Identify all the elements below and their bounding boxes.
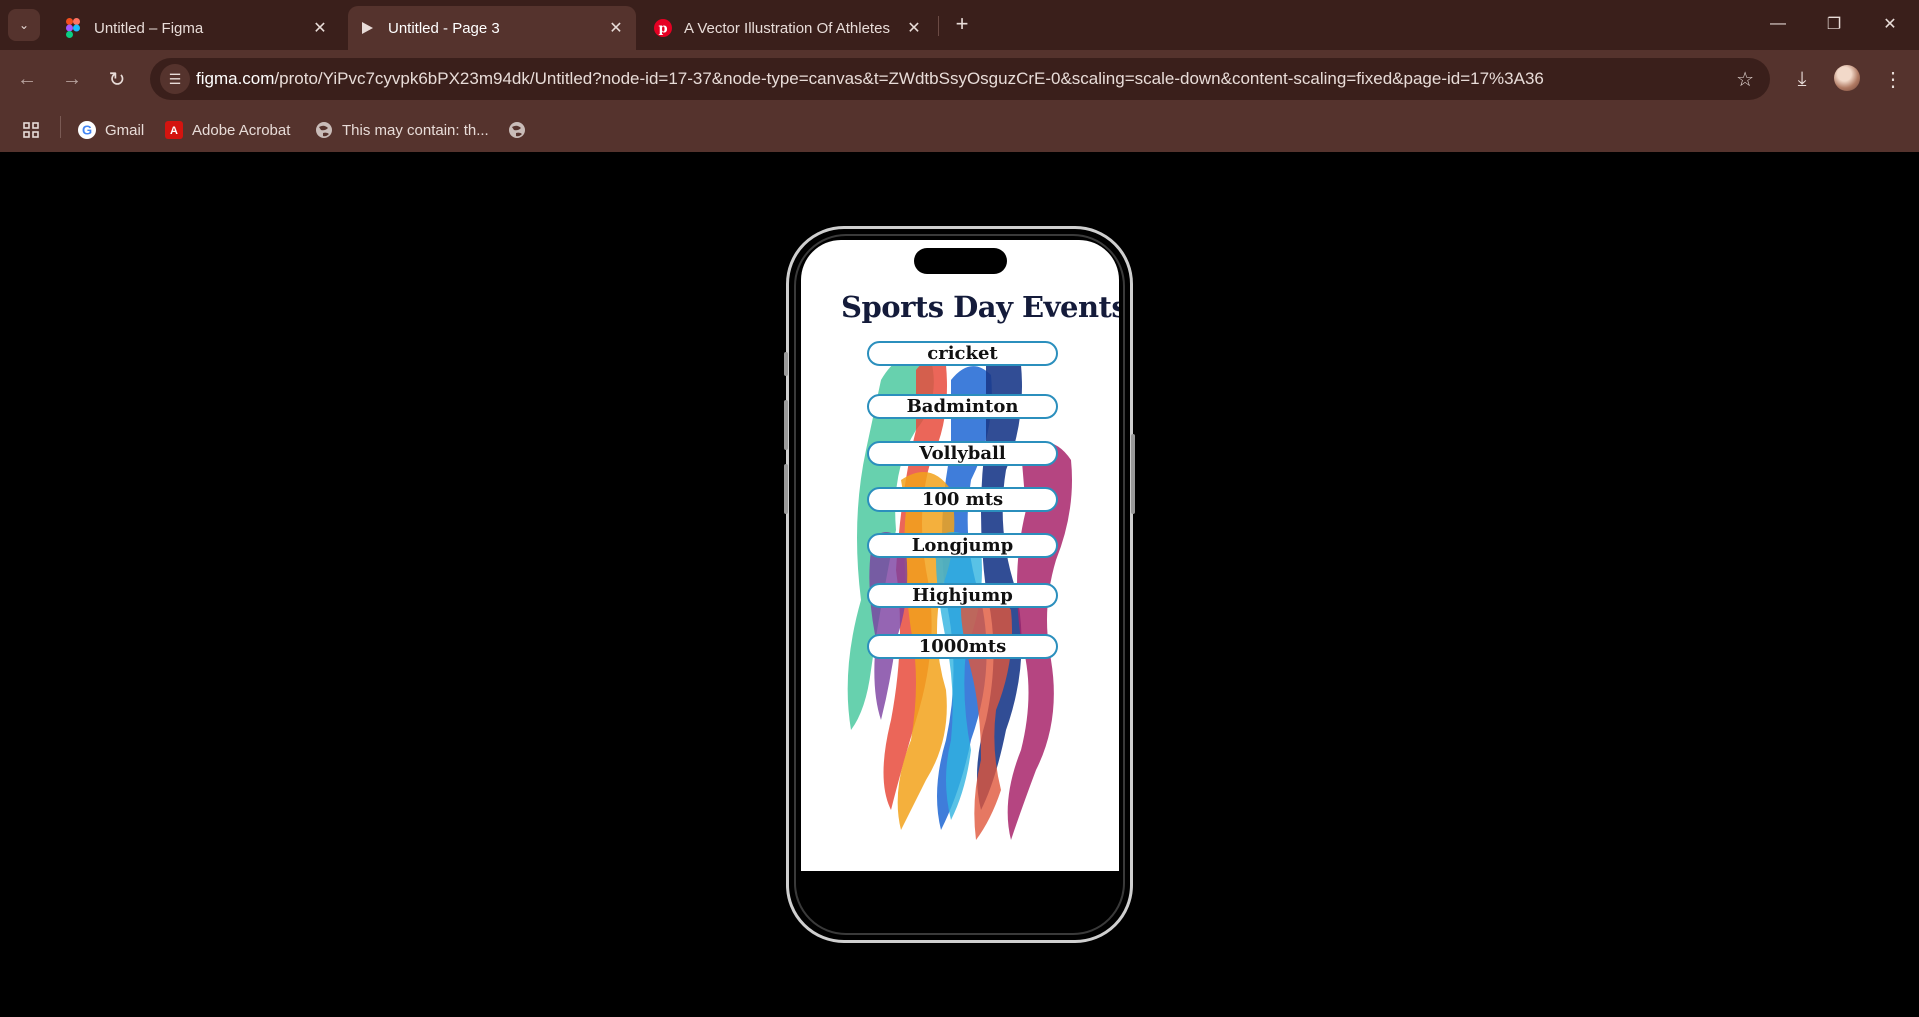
phone-action-button — [784, 352, 788, 376]
svg-text:A: A — [170, 125, 178, 137]
bookmark-adobe-acrobat[interactable]: A Adobe Acrobat — [165, 118, 290, 142]
figma-icon — [64, 18, 82, 38]
plus-icon: + — [955, 11, 969, 36]
tab-title: A Vector Illustration Of Athletes — [684, 19, 890, 37]
acrobat-icon: A — [165, 121, 183, 139]
close-icon[interactable]: ✕ — [904, 18, 924, 38]
phone-volume-up — [784, 400, 788, 450]
chevron-down-icon: ⌄ — [18, 18, 30, 32]
event-button-badminton[interactable]: Badminton — [867, 394, 1058, 419]
svg-text:p: p — [658, 22, 667, 37]
phone-volume-down — [784, 464, 788, 514]
bookmark-globe[interactable] — [508, 118, 535, 142]
play-icon — [358, 19, 376, 37]
close-icon: ✕ — [1883, 16, 1897, 33]
event-button-longjump[interactable]: Longjump — [867, 533, 1058, 558]
new-tab-button[interactable]: + — [948, 10, 976, 38]
restore-button[interactable]: ❐ — [1806, 0, 1862, 48]
svg-text:G: G — [82, 123, 92, 138]
event-button-cricket[interactable]: cricket — [867, 341, 1058, 366]
tab-page-3[interactable]: Untitled - Page 3 ✕ — [348, 6, 636, 50]
tab-figma[interactable]: Untitled – Figma ✕ — [54, 6, 340, 50]
restore-icon: ❐ — [1826, 16, 1842, 33]
reload-button[interactable]: ↻ — [100, 62, 134, 96]
tab-title: Untitled – Figma — [94, 19, 204, 37]
page-title: Sports Day Events — [841, 290, 1119, 324]
close-window-button[interactable]: ✕ — [1862, 0, 1918, 48]
tab-strip: ⌄ Untitled – Figma ✕ Untitled - Page 3 ✕… — [0, 0, 1919, 50]
tab-divider — [938, 16, 939, 36]
more-vertical-icon: ⋮ — [1883, 68, 1903, 91]
avatar[interactable] — [1834, 65, 1860, 91]
download-icon: ⤓ — [1797, 67, 1807, 90]
globe-icon — [315, 121, 333, 139]
apps-grid-icon — [22, 121, 40, 139]
bookmark-gmail[interactable]: G Gmail — [78, 118, 144, 142]
close-icon[interactable]: ✕ — [606, 18, 626, 38]
tab-title: Untitled - Page 3 — [388, 19, 500, 37]
tab-pinterest[interactable]: p A Vector Illustration Of Athletes ✕ — [644, 6, 934, 50]
event-button-100-mts[interactable]: 100 mts — [867, 487, 1058, 512]
phone-power-button — [1131, 434, 1135, 514]
arrow-right-icon: → — [62, 67, 82, 90]
browser-toolbar: ← → ↻ ☰ figma.com/proto/YiPvc7cyvpk6bPX2… — [0, 50, 1919, 108]
dynamic-island — [914, 248, 1007, 274]
menu-button[interactable]: ⋮ — [1876, 62, 1910, 96]
url-text[interactable]: figma.com/proto/YiPvc7cyvpk6bPX23m94dk/U… — [196, 69, 1544, 89]
pinterest-icon: p — [654, 19, 672, 37]
arrow-left-icon: ← — [17, 67, 37, 90]
reload-icon: ↻ — [108, 68, 126, 91]
google-icon: G — [78, 121, 96, 139]
bookmark-star-icon[interactable]: ☆ — [1736, 67, 1754, 92]
event-button-1000mts[interactable]: 1000mts — [867, 634, 1058, 659]
minimize-icon: — — [1770, 15, 1786, 32]
bookmarks-divider — [60, 116, 61, 138]
prototype-screen: Sports Day Events cricket Badminton Voll… — [801, 240, 1119, 871]
event-button-highjump[interactable]: Highjump — [867, 583, 1058, 608]
site-settings-icon[interactable]: ☰ — [160, 64, 190, 94]
address-bar[interactable]: ☰ figma.com/proto/YiPvc7cyvpk6bPX23m94dk… — [150, 58, 1770, 100]
downloads-button[interactable]: ⤓ — [1785, 62, 1819, 96]
globe-icon — [508, 121, 526, 139]
tab-search-button[interactable]: ⌄ — [8, 9, 40, 41]
event-button-vollyball[interactable]: Vollyball — [867, 441, 1058, 466]
back-button[interactable]: ← — [10, 62, 44, 96]
minimize-button[interactable]: — — [1750, 0, 1806, 48]
forward-button[interactable]: → — [55, 62, 89, 96]
close-icon[interactable]: ✕ — [310, 18, 330, 38]
bookmarks-bar: G Gmail A Adobe Acrobat This may contain… — [0, 108, 1919, 152]
apps-button[interactable] — [22, 118, 49, 142]
bookmark-this-may-contain[interactable]: This may contain: th... — [315, 118, 489, 142]
